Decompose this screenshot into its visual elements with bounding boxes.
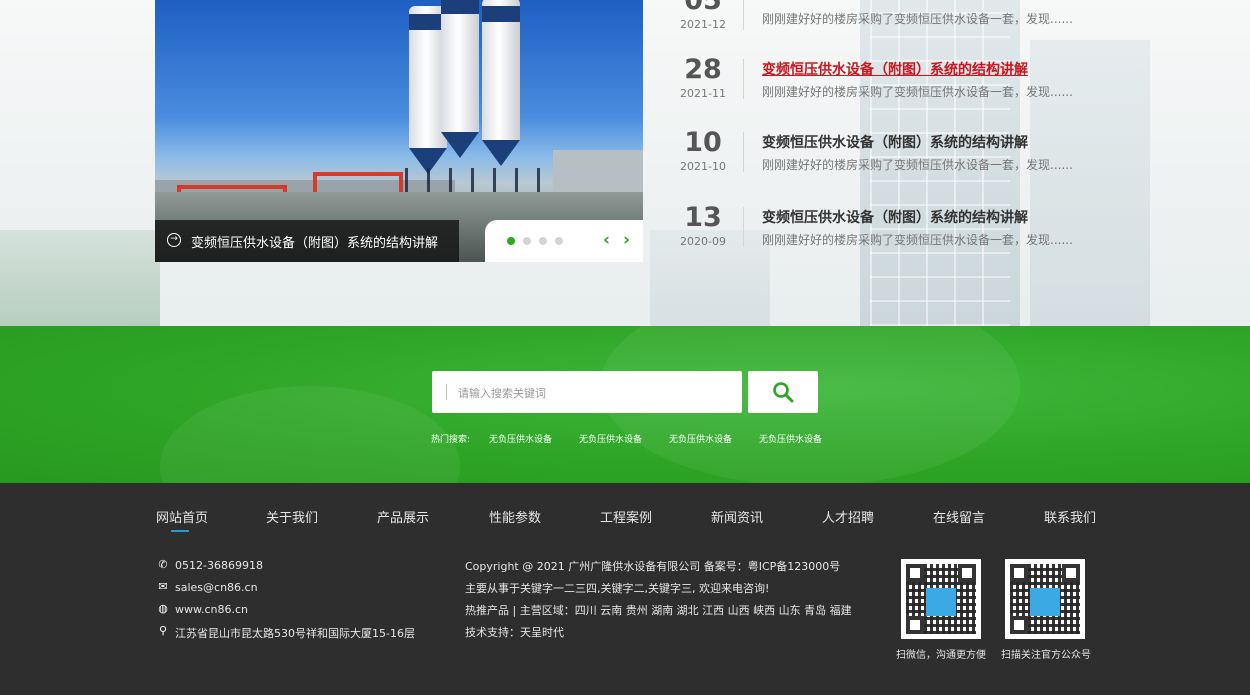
address-text: 江苏省昆山市昆太路530号祥和国际大厦15-16层 bbox=[175, 627, 415, 640]
news-title-link[interactable]: 变频恒压供水设备（附图）系统的结构讲解 bbox=[762, 59, 1028, 79]
footer: 网站首页 关于我们 产品展示 性能参数 工程案例 新闻资讯 人才招聘 在线留言 … bbox=[0, 483, 1250, 695]
news-item[interactable]: 28 2021-11 变频恒压供水设备（附图）系统的结构讲解 刚刚建好好的楼房采… bbox=[670, 55, 1100, 115]
chevron-right-icon[interactable]: › bbox=[623, 230, 630, 250]
mail-icon: ✉ bbox=[158, 580, 168, 593]
news-day: 28 bbox=[684, 54, 722, 85]
search-section: 请输入搜索关键词 热门搜索: 无负压供水设备 无负压供水设备 无负压供水设备 无… bbox=[0, 326, 1250, 483]
news-year-month: 2021-12 bbox=[680, 18, 726, 31]
qr-code-icon bbox=[906, 564, 976, 634]
footer-nav-message[interactable]: 在线留言 bbox=[933, 507, 985, 526]
news-item[interactable]: 05 2021-12 刚刚建好好的楼房采购了变频恒压供水设备一套，发现.....… bbox=[670, 0, 1100, 46]
slider-dot[interactable] bbox=[539, 237, 547, 245]
location-pin-icon: ⚲ bbox=[158, 624, 168, 637]
copyright-text: Copyright @ 2021 广州广隆供水设备有限公司 备案号：粤ICP备1… bbox=[465, 560, 841, 573]
footer-nav-jobs[interactable]: 人才招聘 bbox=[822, 507, 874, 526]
news-summary: 刚刚建好好的楼房采购了变频恒压供水设备一套，发现...... bbox=[762, 85, 1073, 99]
slide-silo bbox=[441, 0, 479, 158]
news-summary: 刚刚建好好的楼房采购了变频恒压供水设备一套，发现...... bbox=[762, 12, 1073, 26]
footer-nav-contact[interactable]: 联系我们 bbox=[1044, 507, 1096, 526]
phone-icon: ✆ bbox=[158, 558, 168, 571]
globe-icon: ◍ bbox=[158, 602, 168, 615]
slider-controls: ‹ › bbox=[485, 220, 643, 262]
search-icon bbox=[773, 382, 794, 403]
news-title-link[interactable]: 变频恒压供水设备（附图）系统的结构讲解 bbox=[762, 207, 1028, 227]
search-placeholder: 请输入搜索关键词 bbox=[458, 387, 546, 400]
background-splash bbox=[160, 386, 460, 483]
official-account-qr-code bbox=[1005, 559, 1085, 639]
phone-number: 0512-36869918 bbox=[175, 559, 263, 572]
official-account-qr-caption: 扫描关注官方公众号 bbox=[1001, 650, 1091, 661]
hot-products-text: 热推产品 | 主营区域：四川 云南 贵州 湖南 湖北 江西 山西 峡西 山东 青… bbox=[465, 604, 852, 617]
wechat-qr-caption: 扫微信，沟通更方便 bbox=[896, 650, 986, 661]
footer-nav-news[interactable]: 新闻资讯 bbox=[711, 507, 763, 526]
background-trees bbox=[0, 230, 160, 326]
keywords-text: 主要从事于关键字一二三四,关键字二,关键字三, 欢迎来电咨询! bbox=[465, 582, 770, 595]
chevron-left-icon[interactable]: ‹ bbox=[603, 230, 610, 250]
news-day: 13 bbox=[684, 202, 722, 233]
website-url[interactable]: www.cn86.cn bbox=[175, 603, 248, 616]
news-summary: 刚刚建好好的楼房采购了变频恒压供水设备一套，发现...... bbox=[762, 158, 1073, 172]
footer-nav-home[interactable]: 网站首页 bbox=[156, 507, 208, 526]
qr-code-icon bbox=[1010, 564, 1080, 634]
wechat-qr-code bbox=[901, 559, 981, 639]
tech-support-text: 技术支持：天呈时代 bbox=[465, 626, 564, 639]
news-section: → 变频恒压供水设备（附图）系统的结构讲解 ‹ › 05 2021-12 刚刚建… bbox=[0, 0, 1250, 326]
footer-nav-products[interactable]: 产品展示 bbox=[377, 507, 429, 526]
slider-dot[interactable] bbox=[555, 237, 563, 245]
news-title-link[interactable]: 变频恒压供水设备（附图）系统的结构讲解 bbox=[762, 132, 1028, 152]
news-year-month: 2021-11 bbox=[680, 87, 726, 100]
footer-nav-specs[interactable]: 性能参数 bbox=[489, 507, 541, 526]
circle-arrow-icon: → bbox=[167, 233, 181, 247]
slide-silo bbox=[482, 0, 520, 166]
hot-search-link[interactable]: 无负压供水设备 bbox=[489, 432, 552, 445]
hot-search-link[interactable]: 无负压供水设备 bbox=[669, 432, 732, 445]
news-item[interactable]: 10 2021-10 变频恒压供水设备（附图）系统的结构讲解 刚刚建好好的楼房采… bbox=[670, 128, 1100, 188]
hot-search-link[interactable]: 无负压供水设备 bbox=[759, 432, 822, 445]
image-slider[interactable]: → 变频恒压供水设备（附图）系统的结构讲解 ‹ › bbox=[155, 0, 643, 262]
news-day: 05 bbox=[684, 0, 722, 16]
news-divider bbox=[743, 0, 744, 30]
news-item[interactable]: 13 2020-09 变频恒压供水设备（附图）系统的结构讲解 刚刚建好好的楼房采… bbox=[670, 203, 1100, 263]
footer-nav-cases[interactable]: 工程案例 bbox=[600, 507, 652, 526]
news-day: 10 bbox=[684, 127, 722, 158]
slide-caption[interactable]: → 变频恒压供水设备（附图）系统的结构讲解 bbox=[155, 220, 459, 262]
news-summary: 刚刚建好好的楼房采购了变频恒压供水设备一套，发现...... bbox=[762, 233, 1073, 247]
footer-nav-about[interactable]: 关于我们 bbox=[266, 507, 318, 526]
hot-search-link[interactable]: 无负压供水设备 bbox=[579, 432, 642, 445]
news-divider bbox=[743, 132, 744, 172]
slider-dot[interactable] bbox=[507, 237, 515, 245]
active-nav-indicator bbox=[171, 530, 189, 532]
news-year-month: 2021-10 bbox=[680, 160, 726, 173]
news-divider bbox=[743, 59, 744, 99]
search-input[interactable]: 请输入搜索关键词 bbox=[432, 371, 742, 413]
news-divider bbox=[743, 207, 744, 247]
hot-search-label: 热门搜索: bbox=[431, 435, 471, 445]
slide-caption-text[interactable]: 变频恒压供水设备（附图）系统的结构讲解 bbox=[191, 232, 438, 251]
news-year-month: 2020-09 bbox=[680, 235, 726, 248]
search-button[interactable] bbox=[748, 371, 818, 413]
slider-dot[interactable] bbox=[523, 237, 531, 245]
email-address[interactable]: sales@cn86.cn bbox=[175, 581, 258, 594]
